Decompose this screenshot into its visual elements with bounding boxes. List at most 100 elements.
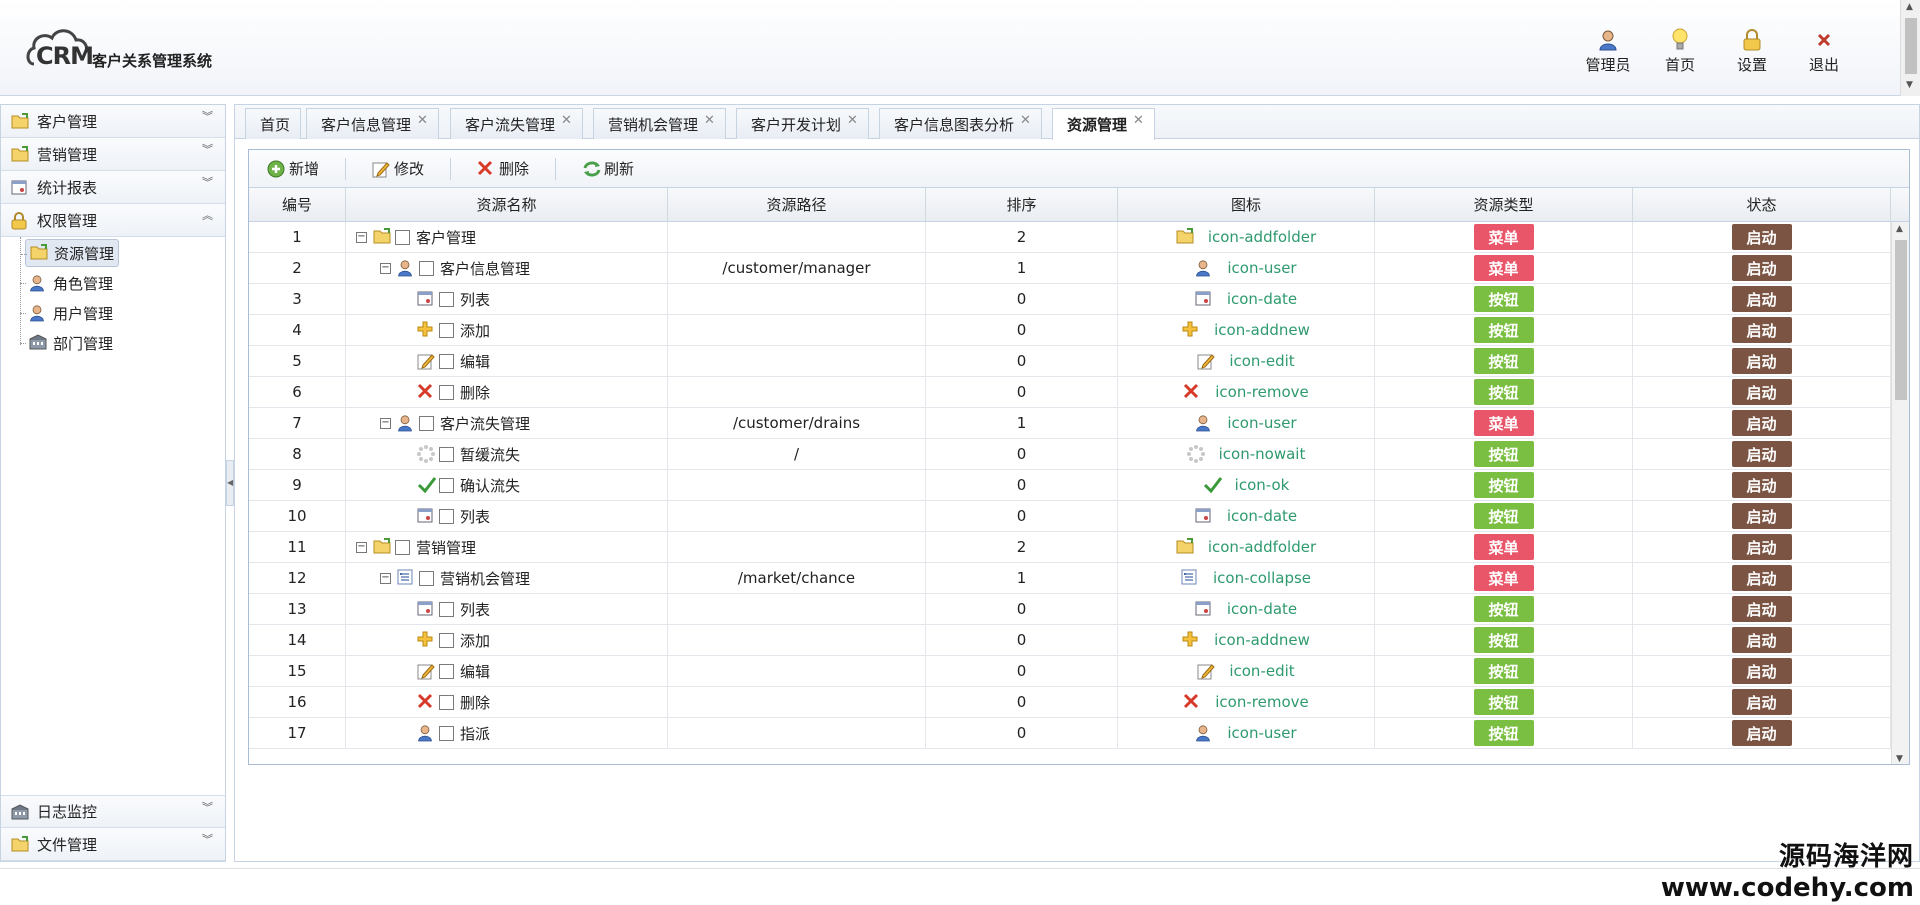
tree-collapse-toggle[interactable]: − xyxy=(380,572,391,584)
admin-link[interactable]: 管理员 xyxy=(1572,28,1644,75)
tab-home[interactable]: 首页 xyxy=(245,108,302,139)
scroll-down-icon[interactable]: ▼ xyxy=(1906,80,1913,90)
row-checkbox[interactable] xyxy=(439,353,454,369)
table-row[interactable]: 4 添加 0 icon-addnew 按钮 启动 xyxy=(249,315,1909,346)
col-header-id[interactable]: 编号 xyxy=(249,188,346,221)
col-header-type[interactable]: 资源类型 xyxy=(1375,188,1633,221)
close-icon[interactable]: ✕ xyxy=(847,113,858,128)
row-checkbox[interactable] xyxy=(419,570,434,586)
scroll-down-icon[interactable]: ▼ xyxy=(1896,754,1903,764)
row-checkbox[interactable] xyxy=(439,508,454,524)
sidebar-section-reports[interactable]: 统计报表 ︾ xyxy=(1,171,225,204)
sidebar-item-departments[interactable]: 部门管理 xyxy=(20,329,117,357)
grid-scrollbar-thumb[interactable] xyxy=(1895,240,1907,400)
delete-button[interactable]: 删除 xyxy=(469,155,537,183)
sidebar-item-roles[interactable]: 角色管理 xyxy=(20,269,117,297)
tree-collapse-toggle[interactable]: − xyxy=(380,262,391,274)
chevron-down-icon[interactable]: ︾ xyxy=(202,834,213,845)
chevron-up-icon[interactable]: ︽ xyxy=(202,210,213,221)
home-link[interactable]: 首页 xyxy=(1644,28,1716,75)
tab-dev-plan[interactable]: 客户开发计划 ✕ xyxy=(736,108,869,139)
resource-name: 列表 xyxy=(460,600,491,619)
chevron-down-icon[interactable]: ︾ xyxy=(202,111,213,122)
icon-class-name: icon-collapse xyxy=(1212,569,1312,587)
resource-type-badge: 按钮 xyxy=(1473,348,1534,374)
row-checkbox[interactable] xyxy=(439,663,454,679)
sidebar-collapse-handle[interactable]: ◀ xyxy=(226,460,234,506)
tree-collapse-toggle[interactable]: − xyxy=(356,231,367,243)
close-icon[interactable]: ✕ xyxy=(1020,113,1031,128)
icon-class-name: icon-remove xyxy=(1215,383,1309,401)
close-icon[interactable]: ✕ xyxy=(704,113,715,128)
tab-resources[interactable]: 资源管理 ✕ xyxy=(1052,108,1155,140)
table-row[interactable]: 2 − 客户信息管理/customer/manager 1 icon-user 菜单 启动 xyxy=(249,253,1909,284)
col-header-path[interactable]: 资源路径 xyxy=(668,188,926,221)
col-header-status[interactable]: 状态 xyxy=(1633,188,1891,221)
row-checkbox[interactable] xyxy=(439,322,454,338)
table-row[interactable]: 12 − 营销机会管理/market/chance 1 icon-collapse 菜单 启… xyxy=(249,563,1909,594)
tab-chart-analysis[interactable]: 客户信息图表分析 ✕ xyxy=(879,108,1042,139)
row-checkbox[interactable] xyxy=(395,229,410,245)
table-row[interactable]: 7 − 客户流失管理/customer/drains 1 icon-user 菜单 启动 xyxy=(249,408,1909,439)
row-checkbox[interactable] xyxy=(419,415,434,431)
col-header-icon[interactable]: 图标 xyxy=(1118,188,1375,221)
chevron-down-icon[interactable]: ︾ xyxy=(202,177,213,188)
sidebar-item-resources[interactable]: 资源管理 xyxy=(21,239,120,267)
sidebar-item-users[interactable]: 用户管理 xyxy=(20,299,117,327)
refresh-button[interactable]: 刷新 xyxy=(574,155,642,183)
row-checkbox[interactable] xyxy=(439,384,454,400)
edit-button[interactable]: 修改 xyxy=(364,155,432,183)
tree-collapse-toggle[interactable]: − xyxy=(380,417,391,429)
row-checkbox[interactable] xyxy=(419,260,434,276)
row-checkbox[interactable] xyxy=(439,477,454,493)
tab-customer-info[interactable]: 客户信息管理 ✕ xyxy=(306,108,439,139)
table-row[interactable]: 10 列表 0 icon-date 按钮 启动 xyxy=(249,501,1909,532)
resource-sort: 1 xyxy=(1016,569,1027,587)
tab-label: 客户流失管理 xyxy=(465,115,556,134)
icon-class-name: icon-user xyxy=(1227,414,1297,432)
table-row[interactable]: 16 删除 0 icon-remove 按钮 启动 xyxy=(249,687,1909,718)
tab-customer-churn[interactable]: 客户流失管理 ✕ xyxy=(450,108,583,139)
close-icon[interactable]: ✕ xyxy=(561,113,572,128)
settings-link[interactable]: 设置 xyxy=(1716,28,1788,75)
tree-collapse-toggle[interactable]: − xyxy=(356,541,367,553)
row-checkbox[interactable] xyxy=(439,632,454,648)
table-row[interactable]: 5 编辑 0 icon-edit 按钮 启动 xyxy=(249,346,1909,377)
chevron-down-icon[interactable]: ︾ xyxy=(202,802,213,813)
row-checkbox[interactable] xyxy=(439,694,454,710)
row-checkbox[interactable] xyxy=(395,539,410,555)
sidebar-section-files[interactable]: 文件管理 ︾ xyxy=(1,828,225,861)
page-scrollbar-thumb[interactable] xyxy=(1905,18,1917,74)
table-row[interactable]: 8 暂缓流失 / 0 icon-nowait 按钮 启动 xyxy=(249,439,1909,470)
scroll-up-icon[interactable]: ▲ xyxy=(1896,224,1903,234)
table-row[interactable]: 11 − 营销管理 2 icon-addfolder 菜单 启动 xyxy=(249,532,1909,563)
table-row[interactable]: 6 删除 0 icon-remove 按钮 启动 xyxy=(249,377,1909,408)
close-icon[interactable]: ✕ xyxy=(417,113,428,128)
row-checkbox[interactable] xyxy=(439,601,454,617)
table-row[interactable]: 1 − 客户管理 2 icon-addfolder 菜单 启动 xyxy=(249,222,1909,253)
sidebar-section-customer[interactable]: 客户管理 ︾ xyxy=(1,105,225,138)
close-icon[interactable]: ✕ xyxy=(1133,113,1144,128)
grid-scrollbar[interactable]: ▲ ▼ xyxy=(1891,222,1909,764)
table-row[interactable]: 3 列表 0 icon-date 按钮 启动 xyxy=(249,284,1909,315)
table-row[interactable]: 17 指派 0 icon-user 按钮 启动 xyxy=(249,718,1909,749)
col-header-name[interactable]: 资源名称 xyxy=(346,188,668,221)
page-scrollbar[interactable]: ▲ ▼ xyxy=(1900,0,1920,96)
table-row[interactable]: 14 添加 0 icon-addnew 按钮 启动 xyxy=(249,625,1909,656)
logout-link[interactable]: 退出 xyxy=(1788,28,1860,75)
sidebar-section-logs[interactable]: 日志监控 ︾ xyxy=(1,795,225,828)
row-checkbox[interactable] xyxy=(439,446,454,462)
table-row[interactable]: 13 列表 0 icon-date 按钮 启动 xyxy=(249,594,1909,625)
table-row[interactable]: 15 编辑 0 icon-edit 按钮 启动 xyxy=(249,656,1909,687)
table-row[interactable]: 9 确认流失 0 icon-ok 按钮 启动 xyxy=(249,470,1909,501)
add-button[interactable]: 新增 xyxy=(259,155,327,183)
sidebar-section-marketing[interactable]: 营销管理 ︾ xyxy=(1,138,225,171)
scroll-up-icon[interactable]: ▲ xyxy=(1906,2,1913,12)
date-icon xyxy=(417,600,435,618)
row-checkbox[interactable] xyxy=(439,291,454,307)
col-header-sort[interactable]: 排序 xyxy=(926,188,1118,221)
sidebar-section-permissions[interactable]: 权限管理 ︽ xyxy=(1,204,225,237)
row-checkbox[interactable] xyxy=(439,725,454,741)
tab-marketing-chance[interactable]: 营销机会管理 ✕ xyxy=(593,108,726,139)
chevron-down-icon[interactable]: ︾ xyxy=(202,144,213,155)
